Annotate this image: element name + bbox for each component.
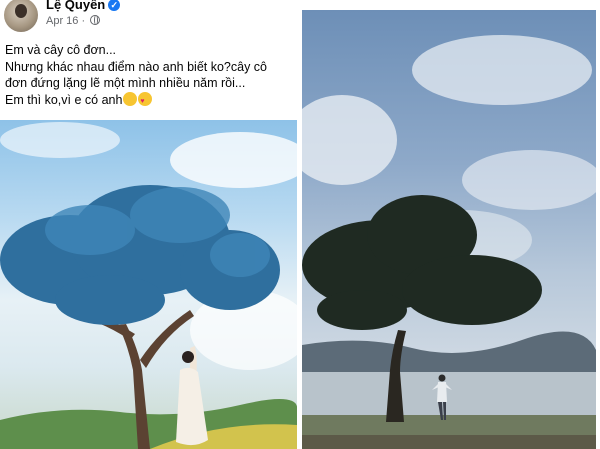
post-date[interactable]: Apr 16 [46,15,78,27]
caption-line: đơn đứng lặng lẽ một mình nhiều năm rồi.… [5,76,246,90]
woman-under-pine-tree-photo[interactable] [0,120,297,449]
post-header: Lệ Quyên ✓ Apr 16 · [0,0,297,38]
post-caption: Em và cây cô đơn... Nhưng khác nhau điểm… [5,42,295,110]
verified-badge-icon: ✓ [108,0,121,11]
grinning-emoji-icon [123,91,138,106]
globe-icon[interactable] [90,15,101,25]
lake-tree-illustration [302,35,596,449]
post-meta: Apr 16 · [46,15,101,27]
man-under-tree-lake-photo[interactable] [302,10,596,449]
avatar[interactable] [4,0,38,32]
pine-tree-illustration [0,122,297,449]
caption-line-text: Em thì ko,vì e có anh [5,92,123,107]
author-name[interactable]: Lệ Quyên [46,0,105,12]
caption-line-last: Em thì ko,vì e có anh [5,91,295,110]
caption-line: Nhưng khác nhau điểm nào anh biết ko?cây… [5,59,268,74]
facebook-post: Lệ Quyên ✓ Apr 16 · Em và cây cô đơn... N… [0,0,297,449]
caption-line: Em và cây cô đơn... [5,43,117,57]
smiling-face-with-hearts-emoji-icon [138,91,153,110]
author-name-link[interactable]: Lệ Quyên ✓ [46,0,121,12]
